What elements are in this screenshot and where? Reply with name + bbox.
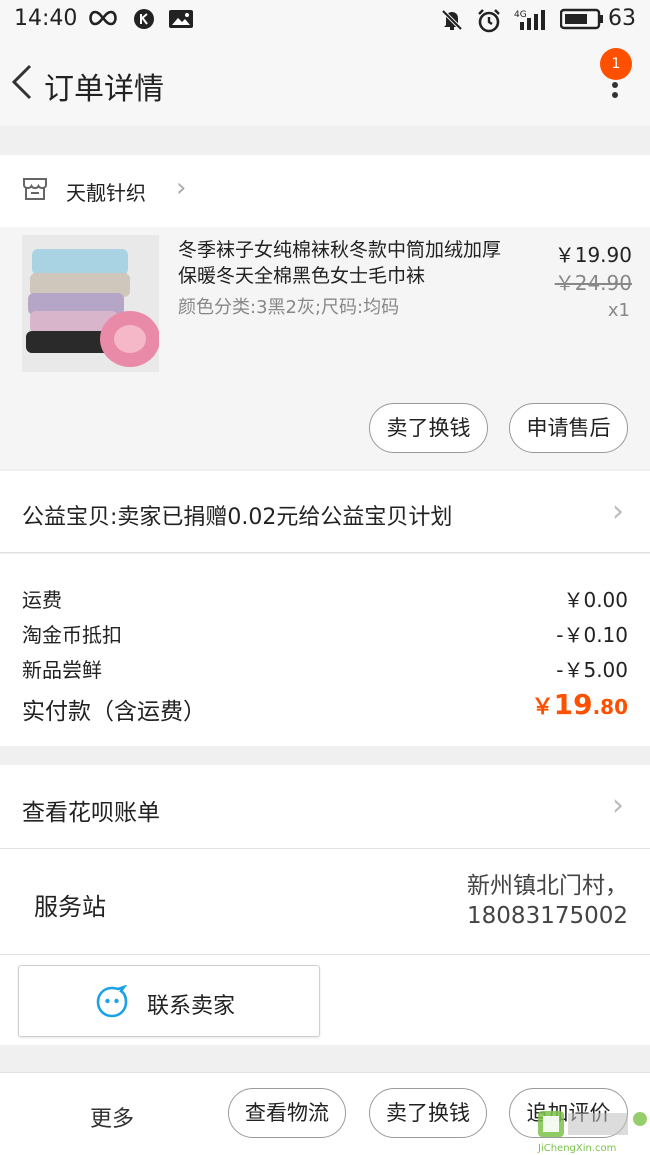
contact-seller-label: 联系卖家 xyxy=(147,994,236,1019)
battery-icon xyxy=(559,8,604,35)
fee-label: 淘金币抵扣 xyxy=(22,623,122,647)
product-title[interactable]: 冬季袜子女纯棉袜秋冬款中筒加绒加厚保暖冬天全棉黑色女士毛巾袜 xyxy=(178,237,518,289)
signal-4g-icon: 4G xyxy=(514,8,550,37)
notification-badge: 1 xyxy=(600,48,632,80)
battery-level: 63 xyxy=(608,6,636,31)
product-thumbnail[interactable] xyxy=(22,235,159,372)
shop-name: 天靓针织 xyxy=(66,181,146,205)
svg-text:4G: 4G xyxy=(514,10,527,20)
fee-summary: 运费 ￥0.00 淘金币抵扣 -￥0.10 新品尝鲜 -￥5.00 实付款（含运… xyxy=(0,554,650,746)
contact-area: 联系卖家 xyxy=(0,955,650,1045)
shop-header[interactable]: 天靓针织 › xyxy=(0,155,650,227)
service-station-address: 新州镇北门村， 18083175002 xyxy=(467,871,628,931)
fee-label: 运费 xyxy=(22,588,62,612)
more-button[interactable]: 更多 xyxy=(90,1101,134,1133)
fee-label: 新品尝鲜 xyxy=(22,658,102,682)
charity-text: 公益宝贝:卖家已捐赠0.02元给公益宝贝计划 xyxy=(22,505,453,530)
total-row: 实付款（含运费） ￥19.80 xyxy=(22,688,628,728)
mute-bell-icon xyxy=(440,8,464,37)
infinity-icon xyxy=(86,8,120,33)
nav-bar: 订单详情 1 xyxy=(0,40,650,126)
chevron-right-icon: › xyxy=(612,494,624,529)
contact-seller-button[interactable]: 联系卖家 xyxy=(18,965,320,1037)
fee-row-newproduct: 新品尝鲜 -￥5.00 xyxy=(22,654,628,684)
huabei-bill-label: 查看花呗账单 xyxy=(22,800,160,826)
image-notification-icon xyxy=(168,8,194,35)
chat-bubble-icon xyxy=(95,984,129,1019)
view-logistics-button[interactable]: 查看物流 xyxy=(228,1088,346,1138)
after-sales-button[interactable]: 申请售后 xyxy=(509,403,628,453)
resell-button[interactable]: 卖了换钱 xyxy=(369,403,488,453)
service-station-row: 服务站 新州镇北门村， 18083175002 xyxy=(0,849,650,955)
fee-value: ￥0.00 xyxy=(563,588,628,612)
phone-number: 18083175002 xyxy=(467,903,628,929)
service-station-label: 服务站 xyxy=(34,893,106,921)
chevron-right-icon: › xyxy=(176,173,187,203)
chevron-right-icon: › xyxy=(612,788,624,823)
status-time: 14:40 xyxy=(14,6,78,31)
status-bar: 14:40 4G 63 xyxy=(0,0,650,40)
product-quantity: x1 xyxy=(607,300,630,321)
total-amount: ￥19.80 xyxy=(531,688,628,721)
total-label: 实付款（含运费） xyxy=(22,699,206,725)
product-sku: 颜色分类:3黑2灰;尺码:均码 xyxy=(178,297,400,318)
fee-value: -￥0.10 xyxy=(556,623,628,647)
fee-value: -￥5.00 xyxy=(556,658,628,682)
order-item: 冬季袜子女纯棉袜秋冬款中筒加绒加厚保暖冬天全棉黑色女士毛巾袜 颜色分类:3黑2灰… xyxy=(0,227,650,469)
site-watermark: JiChengXin.com xyxy=(536,1107,650,1155)
huabei-bill-row[interactable]: 查看花呗账单 › xyxy=(0,765,650,849)
product-original-price: ￥24.90 xyxy=(554,271,632,295)
page-title: 订单详情 xyxy=(44,72,164,107)
product-price: ￥19.90 xyxy=(554,243,632,267)
address-line: 新州镇北门村， xyxy=(467,873,628,899)
chevron-left-icon[interactable] xyxy=(8,62,38,102)
fee-row-shipping: 运费 ￥0.00 xyxy=(22,584,628,614)
fee-row-coin: 淘金币抵扣 -￥0.10 xyxy=(22,619,628,649)
alarm-icon xyxy=(476,8,502,39)
k-circle-icon xyxy=(133,8,155,35)
svg-text:JiChengXin.com: JiChengXin.com xyxy=(537,1143,616,1154)
charity-row[interactable]: 公益宝贝:卖家已捐赠0.02元给公益宝贝计划 › xyxy=(0,471,650,553)
store-icon xyxy=(22,177,48,201)
resell-button[interactable]: 卖了换钱 xyxy=(369,1088,487,1138)
